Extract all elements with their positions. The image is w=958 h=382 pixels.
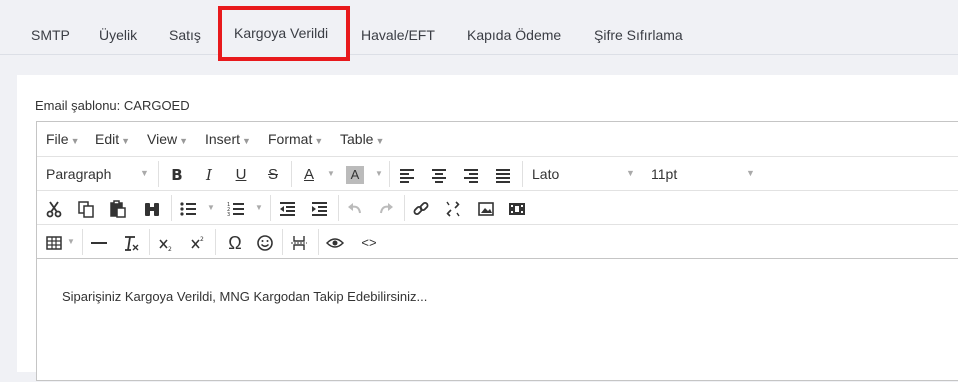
menu-table-label: Table <box>340 131 374 147</box>
toolbar-divider <box>149 229 150 255</box>
editor-content-area[interactable]: Siparişiniz Kargoya Verildi, MNG Kargoda… <box>37 259 958 382</box>
align-center-icon[interactable] <box>430 164 450 186</box>
text-color-button[interactable]: A <box>299 164 319 186</box>
toolbar-divider <box>291 161 292 187</box>
superscript-icon[interactable]: 2 <box>189 232 209 254</box>
cut-icon[interactable] <box>45 198 65 220</box>
svg-text:3: 3 <box>227 212 230 218</box>
font-family-select[interactable]: Lato <box>532 166 559 182</box>
toolbar-divider <box>215 229 216 255</box>
chevron-down-icon: ▼ <box>255 203 263 212</box>
toolbar-row-format: Paragraph ▼ B I U S A ▼ A ▼ Lato ▼ 11pt … <box>37 157 958 191</box>
chevron-down-icon: ▼ <box>67 237 75 246</box>
tab-kapida-odeme[interactable]: Kapıda Ödeme <box>467 20 561 50</box>
italic-button[interactable]: I <box>199 164 219 186</box>
block-format-select[interactable]: Paragraph <box>46 166 111 182</box>
chevron-down-icon: ▼ <box>314 136 324 146</box>
copy-icon[interactable] <box>77 198 97 220</box>
tab-satis[interactable]: Satış <box>169 20 201 50</box>
toolbar-divider <box>338 195 339 221</box>
tab-uyelik[interactable]: Üyelik <box>99 20 137 50</box>
table-icon[interactable] <box>45 232 65 254</box>
page-break-icon[interactable] <box>290 232 310 254</box>
align-left-icon[interactable] <box>398 164 418 186</box>
toolbar-row-insert: ▼ 2 2 Ω <> <box>37 225 958 259</box>
toolbar-divider <box>82 229 83 255</box>
toolbar-divider <box>270 195 271 221</box>
chevron-down-icon: ▼ <box>626 168 635 178</box>
toolbar-divider <box>389 161 390 187</box>
menu-format-label: Format <box>268 131 313 147</box>
editor-menubar: File ▼ Edit ▼ View ▼ Insert ▼ Format ▼ Table ▼ <box>37 122 958 157</box>
align-right-icon[interactable] <box>462 164 482 186</box>
find-replace-icon[interactable] <box>143 198 163 220</box>
tab-havale-eft[interactable]: Havale/EFT <box>361 20 435 50</box>
numbered-list-icon[interactable]: 123 <box>227 198 247 220</box>
chevron-down-icon: ▼ <box>375 136 385 146</box>
email-body-text[interactable]: Siparişiniz Kargoya Verildi, MNG Kargoda… <box>62 289 427 304</box>
underline-button[interactable]: U <box>231 164 251 186</box>
font-size-select[interactable]: 11pt <box>651 166 677 182</box>
background-color-button[interactable]: A <box>346 166 364 184</box>
toolbar-row-actions: ▼ 123 ▼ <box>37 191 958 225</box>
menu-edit-label: Edit <box>95 131 120 147</box>
horizontal-line-icon[interactable] <box>90 232 110 254</box>
tab-kargoya-verildi[interactable]: Kargoya Verildi <box>218 6 350 61</box>
indent-icon[interactable] <box>310 198 330 220</box>
tab-sifre-sifirlama[interactable]: Şifre Sıfırlama <box>594 20 683 50</box>
toolbar-divider <box>318 229 319 255</box>
template-panel: Email şablonu: CARGOED File ▼ Edit ▼ View ▼… <box>17 75 958 381</box>
align-justify-icon[interactable] <box>494 164 514 186</box>
source-code-button[interactable]: <> <box>358 232 380 254</box>
chevron-down-icon: ▼ <box>121 136 131 146</box>
menu-insert-label: Insert <box>205 131 241 147</box>
menu-format[interactable]: Format ▼ <box>268 131 323 147</box>
chevron-down-icon: ▼ <box>179 136 189 146</box>
menu-file[interactable]: File ▼ <box>46 131 79 147</box>
paste-icon[interactable] <box>109 198 129 220</box>
preview-eye-icon[interactable] <box>326 232 346 254</box>
template-label: Email şablonu: CARGOED <box>35 98 190 113</box>
chevron-down-icon: ▼ <box>375 169 383 178</box>
chevron-down-icon: ▼ <box>242 136 251 146</box>
chevron-down-icon: ▼ <box>140 168 149 178</box>
toolbar-divider <box>404 195 405 221</box>
menu-edit[interactable]: Edit ▼ <box>95 131 130 147</box>
emoticon-icon[interactable] <box>256 232 276 254</box>
email-template-tabs: SMTP Üyelik Satış Kargoya Verildi Havale… <box>0 0 958 61</box>
outdent-icon[interactable] <box>278 198 298 220</box>
tab-smtp[interactable]: SMTP <box>31 20 70 50</box>
clear-formatting-icon[interactable] <box>122 232 142 254</box>
strikethrough-button[interactable]: S <box>263 164 283 186</box>
undo-icon[interactable] <box>346 198 366 220</box>
chevron-down-icon: ▼ <box>70 136 80 146</box>
rich-text-editor: File ▼ Edit ▼ View ▼ Insert ▼ Format ▼ Table ▼… <box>36 121 958 381</box>
menu-view[interactable]: View ▼ <box>147 131 188 147</box>
bold-button[interactable]: B <box>167 164 187 186</box>
link-icon[interactable] <box>412 198 432 220</box>
menu-file-label: File <box>46 131 69 147</box>
toolbar-divider <box>158 161 159 187</box>
subscript-icon[interactable]: 2 <box>157 232 177 254</box>
toolbar-divider <box>171 195 172 221</box>
menu-insert[interactable]: Insert ▼ <box>205 131 251 147</box>
menu-view-label: View <box>147 131 178 147</box>
toolbar-divider <box>522 161 523 187</box>
bullet-list-icon[interactable] <box>179 198 199 220</box>
toolbar-divider <box>282 229 283 255</box>
chevron-down-icon: ▼ <box>207 203 215 212</box>
svg-text:2: 2 <box>200 236 204 243</box>
chevron-down-icon: ▼ <box>327 169 335 178</box>
image-icon[interactable] <box>477 198 497 220</box>
chevron-down-icon: ▼ <box>746 168 755 178</box>
media-icon[interactable] <box>508 198 528 220</box>
unlink-icon[interactable] <box>444 198 464 220</box>
menu-table[interactable]: Table ▼ <box>340 131 384 147</box>
special-character-button[interactable]: Ω <box>224 232 246 254</box>
redo-icon[interactable] <box>377 198 397 220</box>
svg-text:2: 2 <box>168 246 172 253</box>
